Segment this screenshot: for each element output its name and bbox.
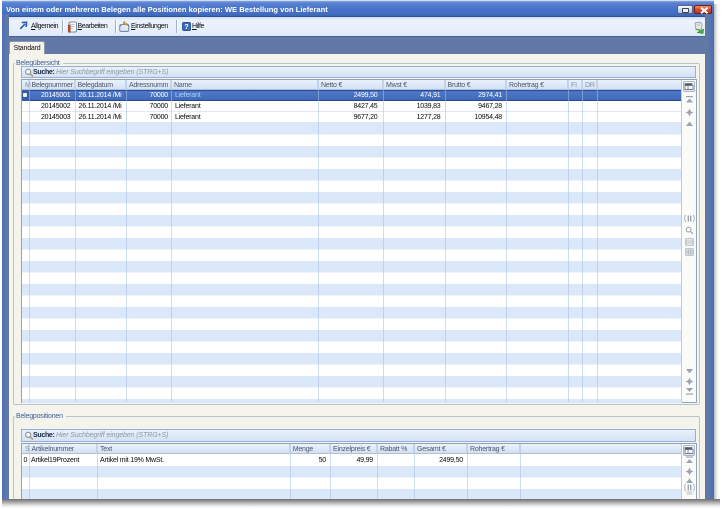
svg-text:?: ? — [184, 24, 188, 31]
